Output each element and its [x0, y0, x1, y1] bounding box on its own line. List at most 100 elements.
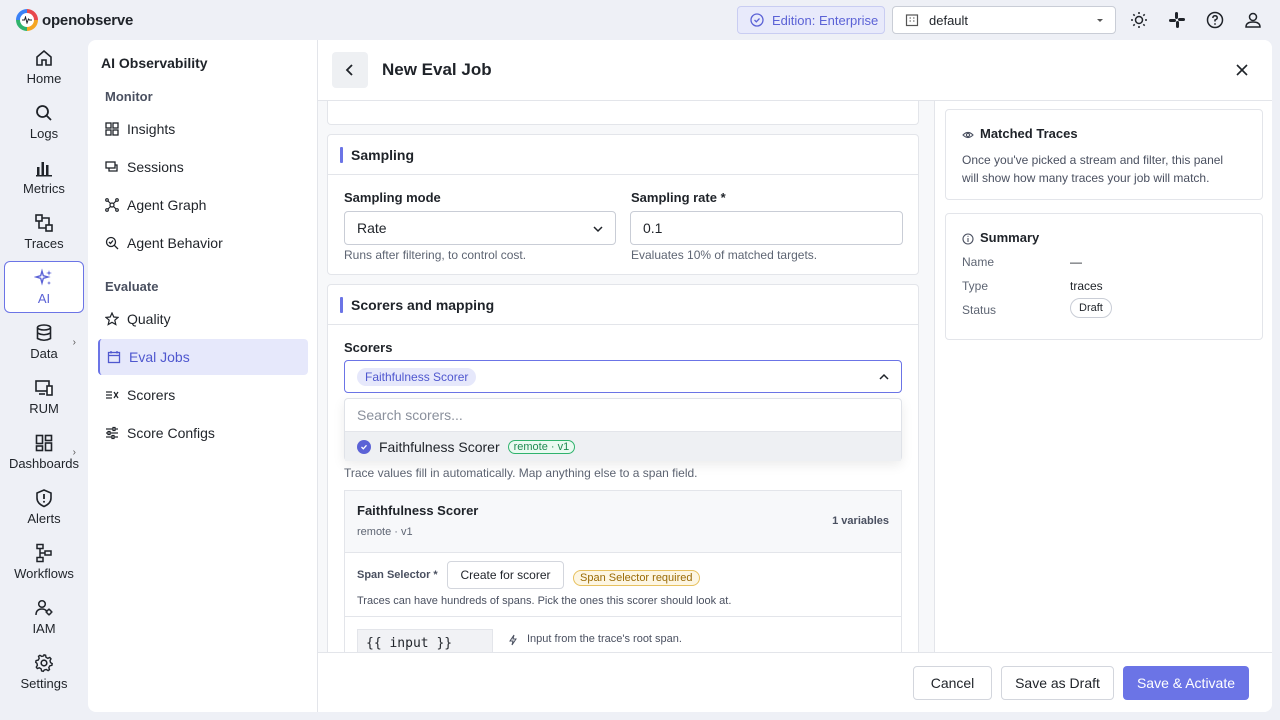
save-draft-button[interactable]: Save as Draft [1001, 666, 1114, 700]
calendar-icon [107, 351, 121, 364]
close-icon[interactable] [1232, 60, 1252, 80]
sampling-mode-hint: Runs after filtering, to control cost. [344, 248, 527, 262]
chat-icon [105, 161, 118, 172]
subnav-item-quality[interactable]: Quality [98, 301, 308, 337]
eval-job-editor: New Eval Job Sampling Sampling mode Rate… [318, 40, 1272, 712]
nav-data[interactable]: Data › [4, 317, 84, 369]
scorer-search-input[interactable]: Search scorers... [345, 399, 901, 432]
matched-traces-text-1: Once you've picked a stream and filter, … [962, 153, 1224, 167]
nav-traces[interactable]: Traces [4, 207, 84, 259]
nav-label: IAM [32, 621, 56, 636]
subnav-label: Agent Behavior [127, 235, 223, 251]
back-button[interactable] [332, 52, 368, 88]
info-icon [962, 233, 974, 245]
summary-name-label: Name [962, 255, 995, 269]
page-title: New Eval Job [382, 60, 492, 79]
scorer-card-header: Faithfulness Scorer remote · v1 1 variab… [344, 490, 902, 553]
nav-label: Traces [24, 236, 64, 251]
edition-button[interactable]: Edition: Enterprise [737, 6, 885, 34]
edition-label: Edition: Enterprise [772, 12, 879, 28]
database-icon [36, 324, 52, 342]
user-icon[interactable] [1243, 10, 1263, 30]
nav-dashboards[interactable]: Dashboards › [4, 427, 84, 479]
slack-icon[interactable] [1167, 10, 1187, 30]
nav-logs[interactable]: Logs [4, 97, 84, 149]
sampling-rate-value: 0.1 [643, 220, 663, 236]
subnav-item-score-configs[interactable]: Score Configs [98, 415, 308, 451]
scorers-title: Scorers and mapping [351, 296, 495, 313]
star-icon [105, 312, 119, 326]
building-icon [905, 14, 919, 27]
nav-settings[interactable]: Settings [4, 647, 84, 699]
status-badge: Draft [1070, 298, 1112, 318]
nav-iam[interactable]: IAM [4, 592, 84, 644]
scorer-variables-count: 1 variables [832, 515, 889, 527]
create-for-scorer-button[interactable]: Create for scorer [447, 561, 564, 589]
section-accent-bar [340, 296, 343, 313]
scorer-option-name: Faithfulness Scorer [379, 438, 500, 455]
sampling-mode-label: Sampling mode [344, 190, 441, 205]
section-evaluate: Evaluate [105, 279, 159, 294]
subnav-item-insights[interactable]: Insights [98, 111, 308, 147]
chevron-right-icon: › [72, 337, 76, 348]
summary-type-value: traces [1070, 279, 1103, 293]
check-circle-icon [357, 439, 371, 454]
subnav-label: Insights [127, 121, 176, 137]
top-bar: openobserve Edition: Enterprise default [0, 0, 1280, 40]
editor-footer: Cancel Save as Draft Save & Activate [318, 652, 1272, 712]
sampling-mode-value: Rate [357, 220, 387, 236]
form-scroll-area[interactable]: Sampling Sampling mode Rate Runs after f… [318, 101, 934, 652]
search-icon [36, 105, 52, 121]
sampling-card: Sampling Sampling mode Rate Runs after f… [327, 134, 919, 275]
nav-label: Data [30, 346, 58, 361]
sampling-rate-input[interactable]: 0.1 [630, 211, 903, 245]
nav-label: RUM [29, 401, 59, 416]
subnav-label: Quality [127, 311, 171, 327]
scorer-option[interactable]: Faithfulness Scorer remote · v1 [345, 432, 901, 461]
nav-label: Logs [29, 126, 59, 141]
subnav-item-eval-jobs[interactable]: Eval Jobs [98, 339, 308, 375]
selected-scorer-chip[interactable]: Faithfulness Scorer [357, 367, 477, 386]
bar-chart-icon [36, 162, 52, 177]
span-required-wrap: Span Selector required [573, 568, 700, 586]
logo[interactable]: openobserve [16, 9, 133, 31]
nav-home[interactable]: Home [4, 42, 84, 94]
summary-title: Summary [980, 230, 1040, 245]
help-icon[interactable] [1205, 10, 1225, 30]
summary-status-wrap: Draft [1070, 298, 1112, 318]
nav-workflows[interactable]: Workflows [4, 537, 84, 589]
nav-label: Metrics [23, 181, 65, 196]
previous-section-card [327, 101, 919, 125]
span-selector-hint: Traces can have hundreds of spans. Pick … [357, 595, 732, 607]
brand-name: openobserve [42, 11, 134, 29]
scorer-list-icon [106, 391, 119, 399]
cancel-button[interactable]: Cancel [913, 666, 992, 700]
workflow-icon [36, 543, 52, 563]
subnav-label: Score Configs [127, 425, 215, 441]
subnav-item-scorers[interactable]: Scorers [98, 377, 308, 413]
subnav-item-sessions[interactable]: Sessions [98, 149, 308, 185]
subnav-label: Agent Graph [127, 197, 207, 213]
subnav-item-agent-graph[interactable]: Agent Graph [98, 187, 308, 223]
matched-traces-text-2: will show how many traces your job will … [962, 171, 1210, 185]
dashboard-icon [35, 434, 53, 452]
subnav-item-agent-behavior[interactable]: Agent Behavior [98, 225, 308, 261]
nav-label: Dashboards [8, 456, 80, 471]
org-value: default [929, 12, 969, 28]
sun-icon[interactable] [1129, 10, 1149, 30]
subnav-label: Scorers [127, 387, 176, 403]
scorer-card-name: Faithfulness Scorer [357, 503, 479, 518]
sampling-mode-select[interactable]: Rate [344, 211, 616, 245]
nav-metrics[interactable]: Metrics [4, 152, 84, 204]
devices-icon [35, 380, 53, 396]
chevron-right-icon: › [72, 447, 76, 458]
nav-rum[interactable]: RUM [4, 372, 84, 424]
scorers-select[interactable]: Faithfulness Scorer [344, 360, 902, 393]
nav-alerts[interactable]: Alerts [4, 482, 84, 534]
grid-icon [105, 122, 119, 136]
save-activate-button[interactable]: Save & Activate [1123, 666, 1249, 700]
right-panel: Matched Traces Once you've picked a stre… [934, 101, 1272, 652]
nav-ai[interactable]: AI [4, 261, 84, 313]
org-select[interactable]: default [892, 6, 1116, 34]
nav-label: Alerts [27, 511, 61, 526]
